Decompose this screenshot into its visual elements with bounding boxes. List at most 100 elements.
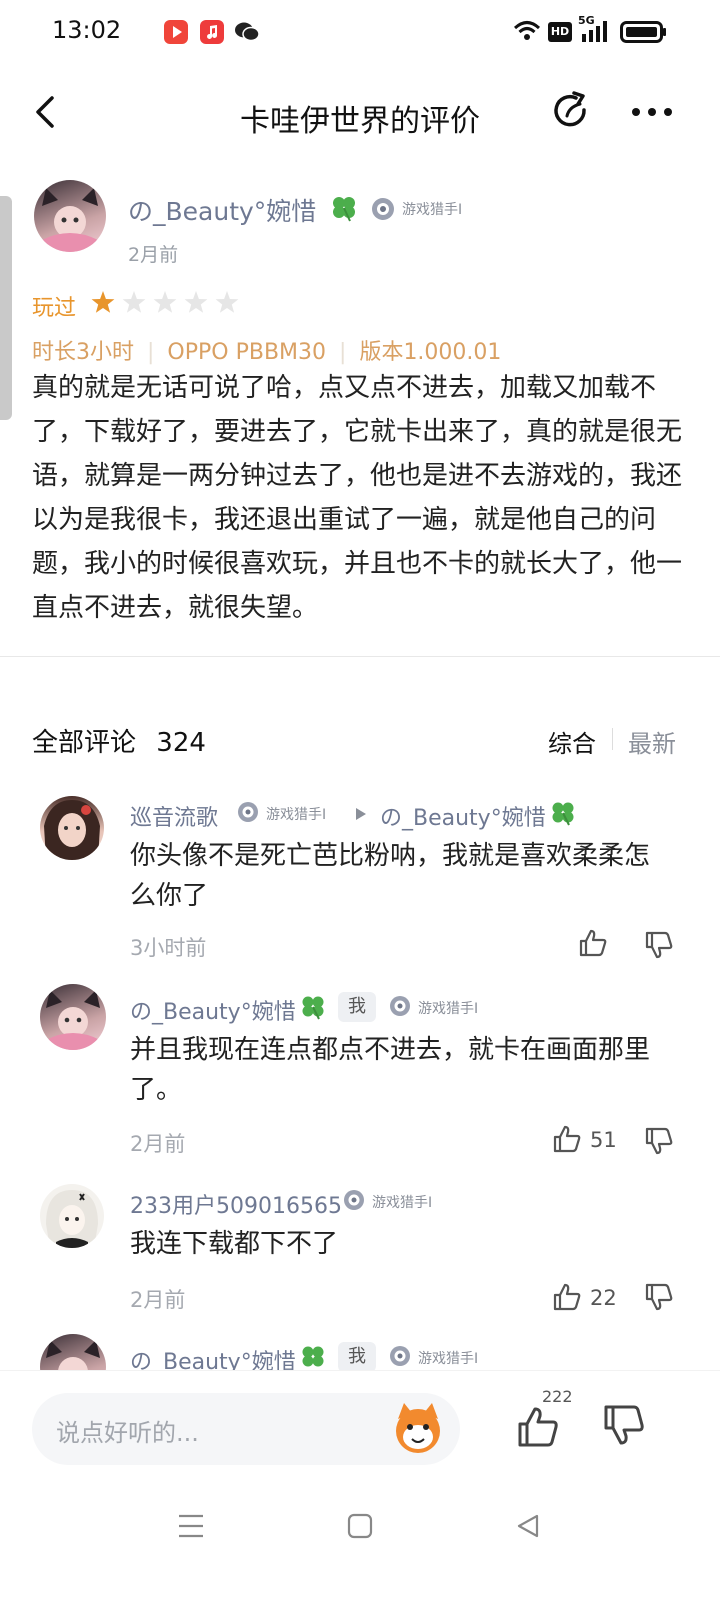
bottom-dislike-button[interactable] <box>602 1403 646 1447</box>
status-bar: 13:02 HD 5G <box>0 0 720 66</box>
back-triangle-icon <box>517 1514 539 1538</box>
share-icon <box>554 91 586 127</box>
star-empty-icon <box>122 291 146 313</box>
top-nav-bar: 卡哇伊世界的评价 <box>0 80 720 150</box>
sort-separator <box>612 728 613 750</box>
star-empty-icon <box>215 291 239 313</box>
comment-time: 2月前 <box>130 1288 186 1312</box>
like-count: 22 <box>590 1286 617 1310</box>
review-time: 2月前 <box>128 244 179 266</box>
menu-button[interactable] <box>176 1512 206 1540</box>
review-author-badge: 游戏猎手Ⅰ <box>402 202 463 218</box>
star-rating <box>90 290 246 316</box>
thumbs-down-icon <box>645 1283 673 1311</box>
comment-input-placeholder: 说点好听的... <box>56 1419 199 1447</box>
music-app-icon <box>200 20 224 44</box>
meta-separator: | <box>339 340 347 365</box>
hunter-badge-icon <box>388 1344 412 1368</box>
review-playtime: 时长3小时 <box>32 340 134 365</box>
comment-author-badge: 游戏猎手Ⅰ <box>418 1351 479 1367</box>
review-body-text: 真的就是无话可说了哈，点又点不进去，加载又加载不了，下载好了，要进去了，它就卡出… <box>32 373 683 623</box>
menu-lines-icon <box>179 1514 203 1538</box>
thumbs-up-icon <box>518 1407 558 1447</box>
like-button[interactable] <box>578 928 608 958</box>
dislike-button[interactable] <box>644 1126 674 1156</box>
thumbs-up-icon <box>579 929 607 957</box>
reply-to-name[interactable]: の_Beauty°婉惜 <box>380 800 546 832</box>
comment-input-bar: 说点好听的... 222 <box>0 1370 720 1490</box>
comment-author-name[interactable]: 233用户509016565 <box>130 1188 342 1220</box>
meta-separator: | <box>147 340 155 365</box>
bottom-like-button[interactable]: 222 <box>516 1387 573 1449</box>
comment-text: 我连下载都下不了 <box>130 1229 339 1259</box>
hunter-badge-icon <box>370 196 396 222</box>
thumbs-down-icon <box>645 931 673 959</box>
bottom-like-count: 222 <box>542 1387 573 1406</box>
star-empty-icon <box>153 291 177 313</box>
side-scroll-indicator <box>0 196 12 420</box>
clover-icon <box>300 994 326 1020</box>
clover-icon <box>300 1344 326 1370</box>
system-back-button[interactable] <box>514 1512 542 1540</box>
cartoon-emoji-icon <box>396 1403 440 1453</box>
thumbs-down-icon <box>645 1127 673 1155</box>
comments-label: 全部评论 <box>32 728 137 758</box>
comment-avatar[interactable] <box>40 796 104 860</box>
comment-author-name[interactable]: 巡音流歌 <box>130 800 218 832</box>
review-meta-line: 时长3小时 | OPPO PBBM30 | 版本1.000.01 <box>32 334 501 366</box>
played-label: 玩过 <box>32 296 77 321</box>
section-divider <box>0 656 720 657</box>
review-version: 版本1.000.01 <box>359 340 502 365</box>
home-square-icon <box>347 1513 373 1539</box>
star-filled-icon <box>91 291 115 313</box>
page-title: 卡哇伊世界的评价 <box>240 104 480 139</box>
comment-author-badge: 游戏猎手Ⅰ <box>266 807 327 823</box>
review-author-avatar[interactable] <box>34 180 106 252</box>
comments-count: 324 <box>156 728 206 758</box>
status-time: 13:02 <box>52 16 122 44</box>
signal-icon <box>580 18 614 44</box>
hunter-badge-icon <box>236 800 260 824</box>
review-device: OPPO PBBM30 <box>167 340 327 365</box>
clover-icon <box>330 194 358 222</box>
hunter-badge-icon <box>388 994 412 1018</box>
reply-arrow-icon <box>354 806 368 822</box>
dislike-button[interactable] <box>644 1282 674 1312</box>
like-button[interactable]: 22 <box>552 1282 618 1314</box>
thumbs-down-icon <box>604 1405 644 1445</box>
comment-author-name[interactable]: の_Beauty°婉惜 <box>130 994 296 1026</box>
like-button[interactable]: 51 <box>552 1124 618 1156</box>
thumbs-up-icon <box>553 1283 581 1311</box>
star-empty-icon <box>184 291 208 313</box>
review-author-name[interactable]: の_Beauty°婉惜 <box>128 192 316 228</box>
comment-author-badge: 游戏猎手Ⅰ <box>372 1195 433 1211</box>
comment-author-badge: 游戏猎手Ⅰ <box>418 1001 479 1017</box>
comment-avatar[interactable] <box>40 984 106 1050</box>
battery-icon <box>620 20 668 44</box>
home-button[interactable] <box>346 1512 374 1540</box>
share-button[interactable] <box>550 90 594 134</box>
me-tag: 我 <box>338 1342 376 1372</box>
comment-time: 3小时前 <box>130 936 207 960</box>
comment-time: 2月前 <box>130 1132 186 1156</box>
comment-text: 并且我现在连点都点不进去，就卡在画面那里了。 <box>130 1035 651 1105</box>
dislike-button[interactable] <box>644 930 674 960</box>
emoji-sticker-button[interactable] <box>388 1399 448 1459</box>
comments-header: 全部评论 324 <box>32 722 206 759</box>
comment-input[interactable]: 说点好听的... <box>32 1393 460 1465</box>
clover-icon <box>550 800 576 826</box>
system-nav-bar <box>0 1500 720 1600</box>
more-options-button[interactable] <box>628 96 676 128</box>
video-app-icon <box>164 20 188 44</box>
thumbs-up-icon <box>553 1125 581 1153</box>
comment-text: 你头像不是死亡芭比粉呐，我就是喜欢柔柔怎么你了 <box>130 841 651 911</box>
comment-avatar[interactable] <box>40 1184 104 1248</box>
me-tag: 我 <box>338 992 376 1022</box>
like-count: 51 <box>590 1128 617 1152</box>
wechat-icon <box>234 20 260 44</box>
hunter-badge-icon <box>342 1188 366 1212</box>
sort-default-tab[interactable]: 综合 <box>548 724 596 759</box>
wifi-icon <box>512 18 542 44</box>
more-dots-icon <box>632 108 672 116</box>
sort-latest-tab[interactable]: 最新 <box>628 724 676 759</box>
